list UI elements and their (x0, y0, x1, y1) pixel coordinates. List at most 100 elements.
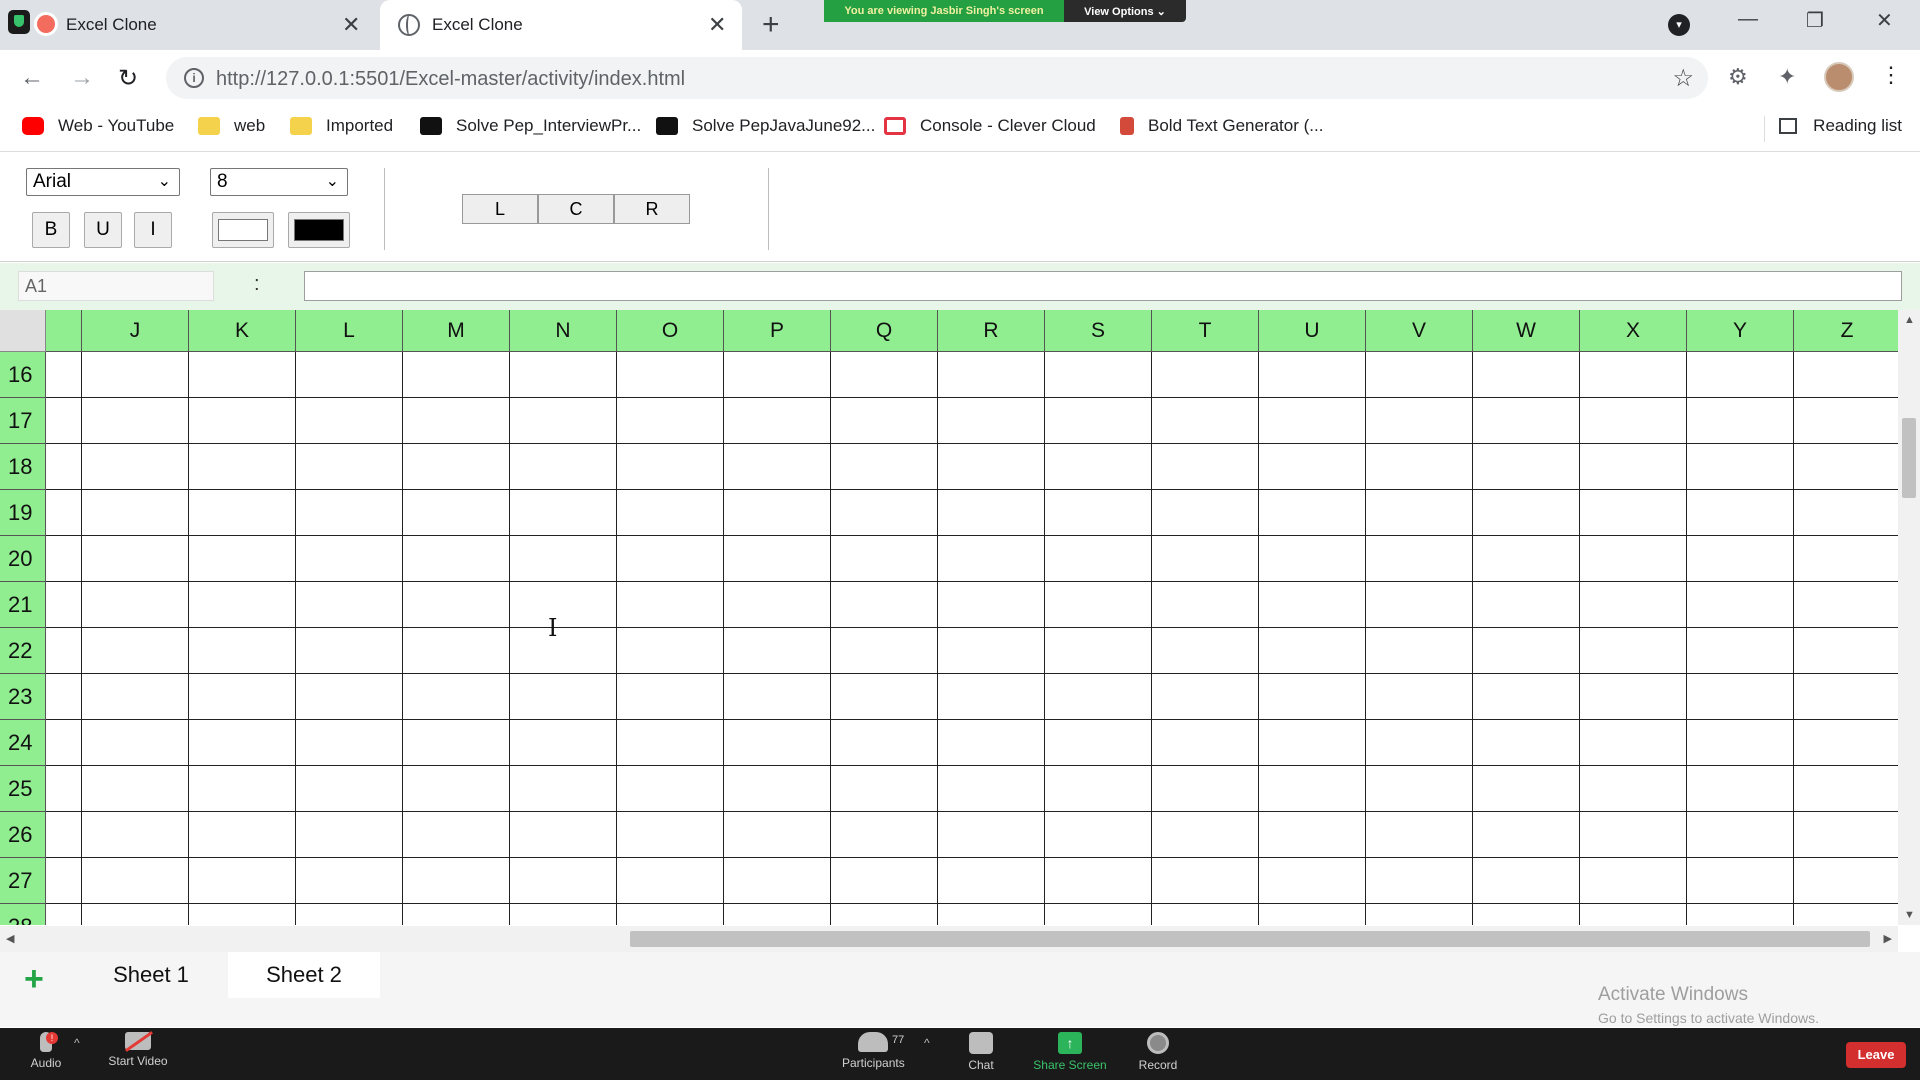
grid-cell[interactable] (1473, 720, 1580, 766)
horizontal-scrollbar[interactable]: ◀ ▶ (0, 926, 1898, 952)
grid-cell[interactable] (1259, 444, 1366, 490)
grid-cell[interactable] (46, 674, 82, 720)
grid-cell[interactable] (1259, 352, 1366, 398)
column-header-x[interactable]: X (1580, 310, 1687, 352)
grid-cell[interactable] (1045, 444, 1152, 490)
grid-cell[interactable] (1152, 674, 1259, 720)
grid-cell[interactable] (82, 582, 189, 628)
grid-cell[interactable] (1045, 766, 1152, 812)
grid-cell[interactable] (1045, 582, 1152, 628)
grid-cell[interactable] (1152, 352, 1259, 398)
grid-cell[interactable] (189, 352, 296, 398)
italic-button[interactable]: I (134, 212, 172, 248)
sheet-tab[interactable]: Sheet 1 (78, 952, 224, 998)
column-header-p[interactable]: P (724, 310, 831, 352)
grid-cell[interactable] (1366, 904, 1473, 925)
grid-cell[interactable] (1366, 812, 1473, 858)
grid-cell[interactable] (938, 720, 1045, 766)
address-bar[interactable]: i http://127.0.0.1:5501/Excel-master/act… (166, 57, 1708, 99)
grid-cell[interactable] (1794, 352, 1898, 398)
grid-cell[interactable] (1259, 812, 1366, 858)
cell-address-input[interactable]: A1 (18, 271, 214, 301)
add-sheet-button[interactable]: + (24, 960, 44, 999)
tab-search-icon[interactable]: ▾ (1668, 14, 1690, 36)
row-header-21[interactable]: 21 (0, 582, 46, 628)
row-header-27[interactable]: 27 (0, 858, 46, 904)
grid-cell[interactable] (403, 904, 510, 925)
column-header-j[interactable]: J (82, 310, 189, 352)
column-header-t[interactable]: T (1152, 310, 1259, 352)
row-header-25[interactable]: 25 (0, 766, 46, 812)
scroll-up-icon[interactable]: ▲ (1904, 314, 1915, 326)
grid-cell[interactable] (938, 536, 1045, 582)
grid-cell[interactable] (724, 490, 831, 536)
grid-cell[interactable] (1473, 398, 1580, 444)
grid-cell[interactable] (938, 812, 1045, 858)
grid-cell[interactable] (82, 444, 189, 490)
grid-cell[interactable] (403, 766, 510, 812)
view-options-button[interactable]: View Options ⌄ (1064, 0, 1186, 22)
grid-cell[interactable] (403, 720, 510, 766)
grid-cell[interactable] (296, 904, 403, 925)
row-header-17[interactable]: 17 (0, 398, 46, 444)
grid-cell[interactable] (1687, 352, 1794, 398)
grid-cell[interactable] (1045, 904, 1152, 925)
column-header-v[interactable]: V (1366, 310, 1473, 352)
grid-cell[interactable] (1045, 674, 1152, 720)
grid-cell[interactable] (1580, 812, 1687, 858)
grid-cell[interactable] (510, 398, 617, 444)
column-header-k[interactable]: K (189, 310, 296, 352)
grid-cell[interactable] (724, 720, 831, 766)
bold-button[interactable]: B (32, 212, 70, 248)
grid-cell[interactable] (938, 766, 1045, 812)
grid-cell[interactable] (403, 812, 510, 858)
grid-cell[interactable] (1687, 628, 1794, 674)
grid-cell[interactable] (296, 536, 403, 582)
grid-cell[interactable] (617, 904, 724, 925)
scroll-down-icon[interactable]: ▼ (1904, 909, 1915, 921)
row-header-24[interactable]: 24 (0, 720, 46, 766)
leave-button[interactable]: Leave (1846, 1042, 1906, 1068)
grid-cell[interactable] (831, 398, 938, 444)
grid-cell[interactable] (1794, 812, 1898, 858)
align-center-button[interactable]: C (538, 194, 614, 224)
browser-tab-active[interactable]: Excel Clone ✕ (380, 0, 742, 50)
vertical-scrollbar[interactable]: ▲ ▼ (1898, 310, 1920, 925)
grid-cell[interactable] (831, 582, 938, 628)
grid-cell[interactable] (938, 582, 1045, 628)
grid-cell[interactable] (82, 766, 189, 812)
grid-cell[interactable] (1794, 766, 1898, 812)
background-color-picker[interactable] (212, 212, 274, 248)
reload-icon[interactable]: ↻ (118, 64, 138, 93)
column-header-z[interactable]: Z (1794, 310, 1898, 352)
grid-cell[interactable] (510, 858, 617, 904)
grid-cell[interactable] (189, 490, 296, 536)
browser-tab-inactive[interactable]: Excel Clone ✕ (0, 0, 372, 50)
align-left-button[interactable]: L (462, 194, 538, 224)
grid-cell[interactable] (1152, 628, 1259, 674)
grid-cell[interactable] (1794, 398, 1898, 444)
grid-cell[interactable] (1580, 490, 1687, 536)
grid-cell[interactable] (617, 674, 724, 720)
grid-cell[interactable] (1259, 720, 1366, 766)
grid-cell[interactable] (1152, 444, 1259, 490)
column-header-m[interactable]: M (403, 310, 510, 352)
grid-cell[interactable] (1366, 720, 1473, 766)
grid-cell[interactable] (1366, 582, 1473, 628)
grid-cell[interactable] (403, 582, 510, 628)
grid-cell[interactable] (617, 582, 724, 628)
grid-cell[interactable] (617, 766, 724, 812)
grid-cell[interactable] (1473, 858, 1580, 904)
grid-cell[interactable] (1473, 904, 1580, 925)
grid-cell[interactable] (1580, 536, 1687, 582)
column-header-partial[interactable] (46, 310, 82, 352)
participants-options-caret[interactable]: ^ (924, 1036, 930, 1050)
grid-cell[interactable] (1687, 812, 1794, 858)
align-right-button[interactable]: R (614, 194, 690, 224)
grid-cell[interactable] (831, 674, 938, 720)
horizontal-scroll-thumb[interactable] (630, 931, 1870, 947)
column-header-o[interactable]: O (617, 310, 724, 352)
grid-cell[interactable] (46, 444, 82, 490)
row-header-23[interactable]: 23 (0, 674, 46, 720)
scroll-right-icon[interactable]: ▶ (1884, 932, 1892, 945)
